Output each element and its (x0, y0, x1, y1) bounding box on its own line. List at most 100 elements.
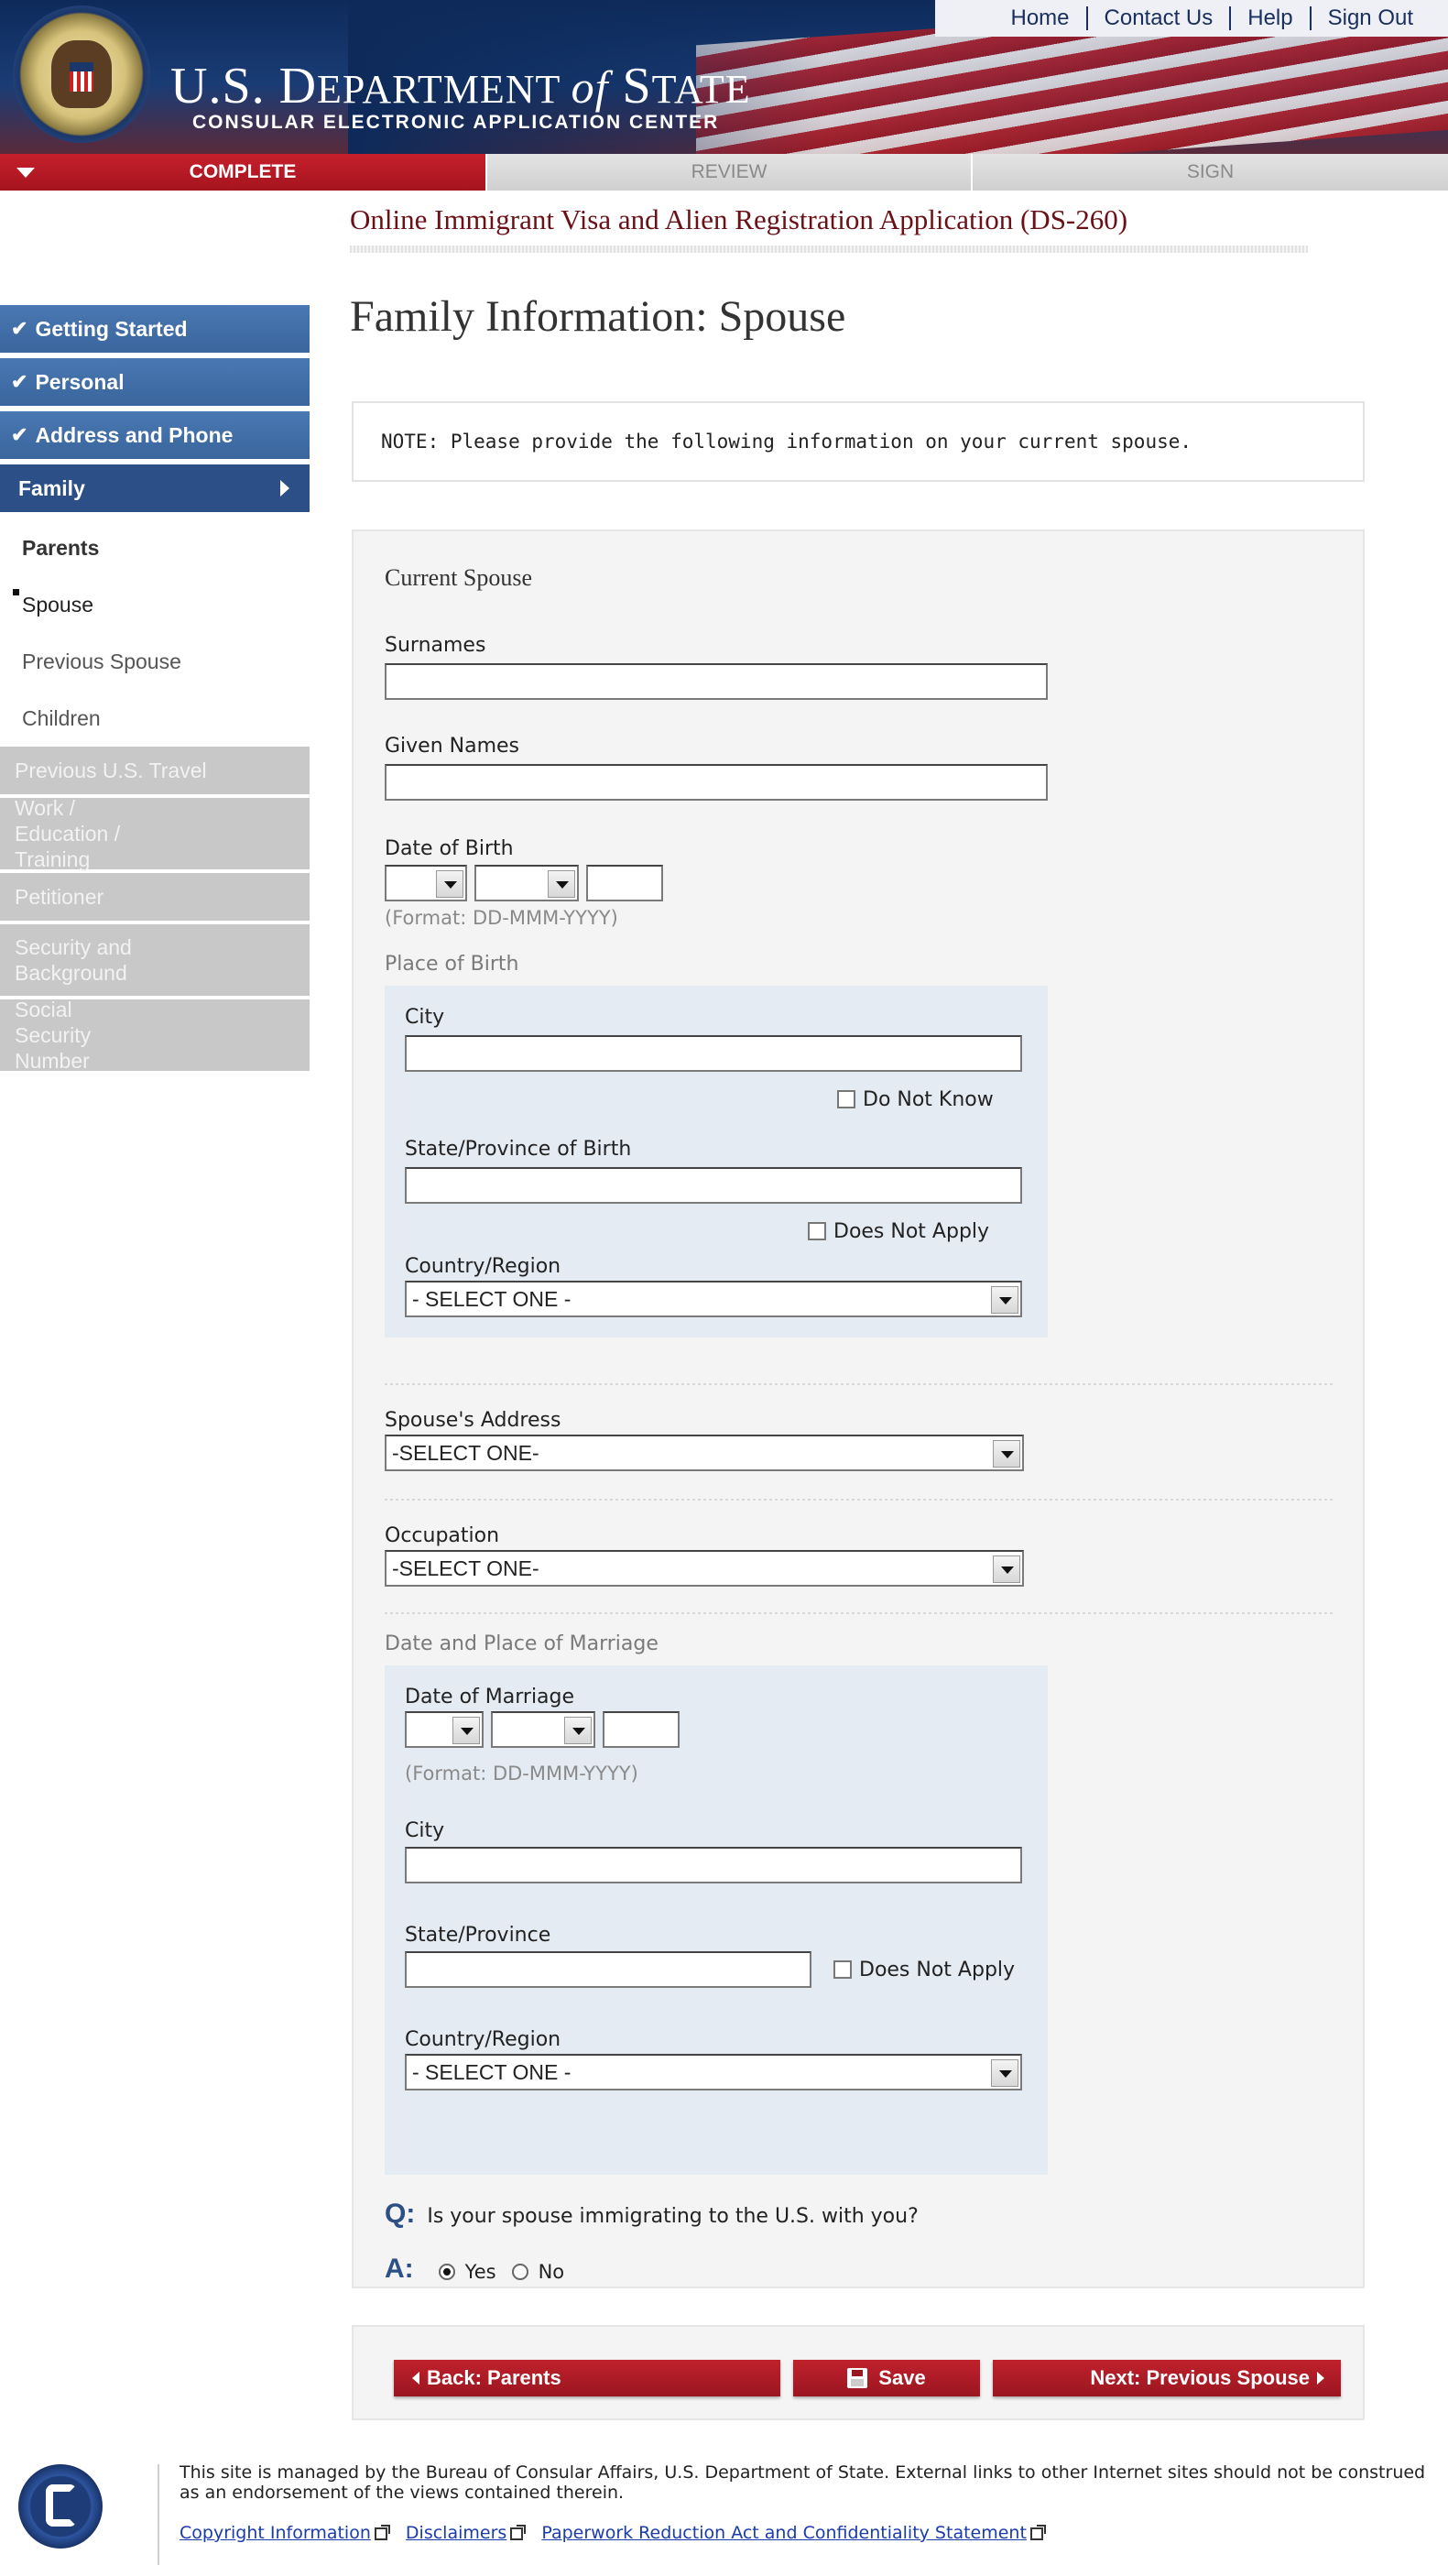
save-button[interactable]: Save (793, 2360, 980, 2396)
spouse-form: Current Spouse Surnames Given Names Date… (352, 529, 1365, 2288)
marriage-does-not-apply-label: Does Not Apply (859, 1959, 1016, 1981)
divider (158, 2464, 159, 2565)
birth-city-label: City (405, 1006, 445, 1029)
step-review: REVIEW (485, 154, 971, 191)
sidebar-subitem-children[interactable]: Children (0, 690, 310, 747)
nav-contact-us-link[interactable]: Contact Us (1085, 6, 1230, 30)
step-complete[interactable]: COMPLETE (0, 154, 485, 191)
current-page-bullet-icon (13, 589, 19, 595)
given-names-input[interactable] (385, 764, 1048, 801)
birth-country-select[interactable]: - SELECT ONE - (405, 1281, 1022, 1317)
birth-state-label: State/Province of Birth (405, 1138, 632, 1161)
dropdown-arrow-icon (993, 1555, 1020, 1583)
dropdown-arrow-icon (548, 870, 575, 898)
state-department-seal-icon (13, 5, 150, 143)
site-header: U.S. DEPARTMENT of STATE CONSULAR ELECTR… (0, 0, 1448, 154)
chevron-down-icon (16, 168, 35, 178)
sidebar-subitem-spouse[interactable]: Spouse (0, 576, 310, 633)
site-title: U.S. DEPARTMENT of STATE (170, 58, 751, 115)
chevron-left-icon (412, 2372, 419, 2385)
radio-no-label: No (538, 2261, 565, 2283)
dropdown-arrow-icon (452, 1717, 480, 1744)
does-not-apply-label: Does Not Apply (833, 1220, 990, 1243)
dob-format-hint: (Format: DD-MMM-YYYY) (385, 907, 618, 929)
chevron-right-icon (280, 480, 289, 497)
spouse-address-select[interactable]: -SELECT ONE- (385, 1435, 1024, 1471)
section-heading: Current Spouse (385, 564, 533, 591)
dob-year-input[interactable] (586, 865, 663, 901)
external-link-icon (510, 2524, 527, 2540)
nav-sign-out-link[interactable]: Sign Out (1309, 6, 1430, 30)
marriage-country-label: Country/Region (405, 2028, 561, 2051)
site-subtitle: CONSULAR ELECTRONIC APPLICATION CENTER (192, 112, 720, 133)
marriage-country-select[interactable]: - SELECT ONE - (405, 2054, 1022, 2090)
does-not-apply-checkbox[interactable] (808, 1222, 826, 1240)
sidebar-item-personal[interactable]: ✔ Personal (0, 358, 310, 406)
place-of-birth-label: Place of Birth (385, 953, 519, 976)
dropdown-arrow-icon (991, 1286, 1018, 1314)
marriage-state-input[interactable] (405, 1951, 811, 1988)
spouse-address-label: Spouse's Address (385, 1409, 561, 1432)
divider (385, 1383, 1334, 1385)
nav-help-link[interactable]: Help (1229, 6, 1309, 30)
consular-affairs-logo-icon (18, 2464, 103, 2549)
place-of-birth-group: City Do Not Know State/Province of Birth… (385, 986, 1048, 1337)
birth-city-input[interactable] (405, 1035, 1022, 1072)
paperwork-reduction-link[interactable]: Paperwork Reduction Act and Confidential… (541, 2523, 1046, 2543)
checkmark-icon: ✔ (11, 370, 28, 393)
application-title: Online Immigrant Visa and Alien Registra… (350, 203, 1128, 235)
footer-disclaimer: This site is managed by the Bureau of Co… (180, 2462, 1426, 2503)
sidebar-item-security-and-background: Security and Background (0, 924, 310, 996)
dropdown-arrow-icon (991, 2059, 1018, 2087)
given-names-label: Given Names (385, 735, 520, 758)
marriage-does-not-apply-checkbox[interactable] (833, 1960, 852, 1979)
marriage-section-label: Date and Place of Marriage (385, 1632, 659, 1655)
note-text: NOTE: Please provide the following infor… (381, 431, 1192, 453)
radio-yes[interactable] (438, 2264, 455, 2280)
marriage-city-input[interactable] (405, 1847, 1022, 1883)
back-button[interactable]: Back: Parents (394, 2360, 780, 2396)
occupation-select[interactable]: -SELECT ONE- (385, 1550, 1024, 1587)
sidebar-subitem-parents[interactable]: Parents (0, 519, 310, 576)
sidebar-subitem-previous-spouse[interactable]: Previous Spouse (0, 633, 310, 690)
copyright-link[interactable]: Copyright Information (180, 2523, 390, 2543)
page-title: Family Information: Spouse (350, 292, 846, 341)
marriage-group: Date of Marriage (Format: DD-MMM-YYYY) C… (385, 1665, 1048, 2175)
disclaimers-link[interactable]: Disclaimers (406, 2523, 527, 2543)
dropdown-arrow-icon (436, 870, 463, 898)
external-link-icon (374, 2524, 390, 2540)
note-box: NOTE: Please provide the following infor… (352, 401, 1365, 482)
birth-state-input[interactable] (405, 1167, 1022, 1204)
sidebar-item-getting-started[interactable]: ✔ Getting Started (0, 305, 310, 353)
divider (385, 1499, 1334, 1501)
divider (385, 1612, 1334, 1614)
dob-month-select[interactable] (474, 865, 579, 901)
step-sign: SIGN (971, 154, 1448, 191)
surnames-input[interactable] (385, 663, 1048, 700)
marriage-state-label: State/Province (405, 1924, 551, 1947)
sidebar-item-family[interactable]: Family (0, 464, 310, 512)
footer-links: Copyright Information Disclaimers Paperw… (180, 2523, 1056, 2543)
surnames-label: Surnames (385, 634, 486, 657)
external-link-icon (1029, 2524, 1046, 2540)
checkmark-icon: ✔ (11, 317, 28, 340)
do-not-know-checkbox[interactable] (837, 1090, 855, 1108)
sidebar-item-work-education-training: Work / Education / Training (0, 796, 310, 871)
marriage-month-select[interactable] (491, 1711, 595, 1748)
radio-no[interactable] (511, 2264, 528, 2280)
next-button[interactable]: Next: Previous Spouse (993, 2360, 1341, 2396)
date-of-marriage-label: Date of Marriage (405, 1686, 575, 1708)
sidebar-item-address-and-phone[interactable]: ✔ Address and Phone (0, 411, 310, 459)
form-actions: Back: Parents Save Next: Previous Spouse (352, 2325, 1365, 2420)
floppy-disk-icon (847, 2368, 868, 2388)
dob-day-select[interactable] (385, 865, 467, 901)
progress-steps: COMPLETE REVIEW SIGN (0, 154, 1448, 191)
marriage-year-input[interactable] (603, 1711, 680, 1748)
occupation-label: Occupation (385, 1524, 500, 1547)
do-not-know-label: Do Not Know (863, 1088, 994, 1111)
birth-country-label: Country/Region (405, 1255, 561, 1278)
chevron-right-icon (1317, 2372, 1324, 2385)
dropdown-arrow-icon (993, 1440, 1020, 1468)
marriage-day-select[interactable] (405, 1711, 484, 1748)
nav-home-link[interactable]: Home (995, 6, 1086, 30)
